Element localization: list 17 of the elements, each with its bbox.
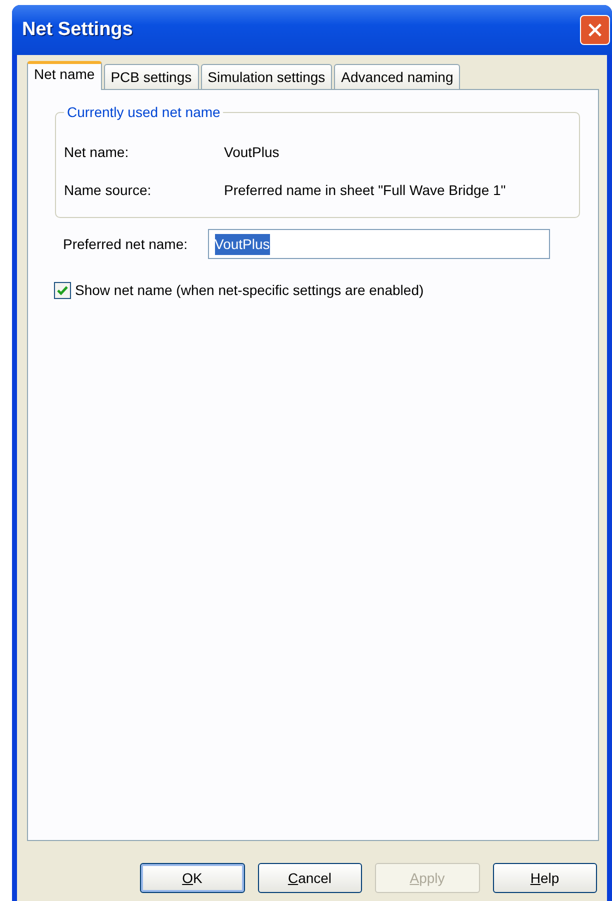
dialog-button[interactable]: Help (492, 863, 597, 893)
tab[interactable]: PCB settings (104, 64, 199, 89)
window-title: Net Settings (22, 18, 133, 42)
field-value: Preferred name in sheet "Full Wave Bridge 1" (224, 180, 506, 200)
field-value: VoutPlus (224, 142, 280, 162)
dialog-button[interactable]: OK (140, 863, 244, 893)
field-label: Name source: (64, 180, 152, 200)
tab[interactable]: Advanced naming (334, 64, 460, 89)
dialog-button[interactable]: Cancel (258, 863, 362, 893)
tab[interactable]: Net name (27, 61, 102, 90)
tab[interactable]: Simulation settings (200, 64, 332, 89)
close-button[interactable] (580, 15, 610, 45)
field-label: Preferred net name: (63, 234, 188, 254)
field-label: Net name: (64, 142, 130, 162)
checkbox-label[interactable]: Show net name (when net-specific settings are enabled) (75, 280, 424, 301)
input-field[interactable]: VoutPlus (208, 229, 550, 259)
checkbox[interactable] (54, 282, 71, 299)
